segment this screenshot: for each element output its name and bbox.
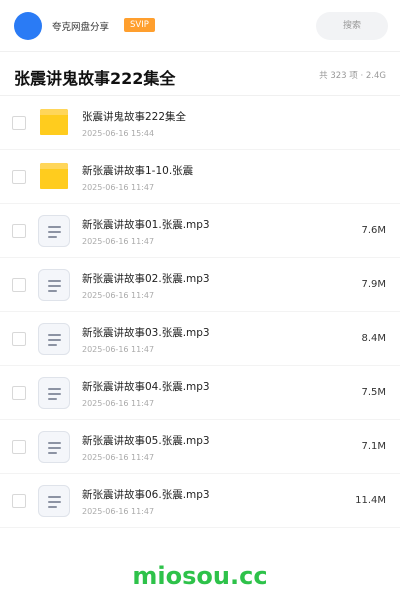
file-size: 8.4M <box>361 333 386 344</box>
audio-file-icon <box>38 377 70 409</box>
svip-badge: SVIP <box>124 18 155 32</box>
list-item[interactable]: 新张震讲故事03.张震.mp3 2025-06-16 11:47 8.4M <box>0 312 400 366</box>
list-item[interactable]: 新张震讲故事01.张震.mp3 2025-06-16 11:47 7.6M <box>0 204 400 258</box>
brand-name: 夸克网盘分享 <box>52 22 110 33</box>
file-list: 张震讲鬼故事222集全 2025-06-16 15:44 新张震讲故事1-10.张震… <box>0 96 400 528</box>
select-checkbox[interactable] <box>12 278 26 292</box>
list-item[interactable]: 新张震讲故事05.张震.mp3 2025-06-16 11:47 7.1M <box>0 420 400 474</box>
select-checkbox[interactable] <box>12 494 26 508</box>
list-item[interactable]: 新张震讲故事02.张震.mp3 2025-06-16 11:47 7.9M <box>0 258 400 312</box>
file-name: 新张震讲故事02.张震.mp3 <box>82 273 210 285</box>
file-name: 新张震讲故事03.张震.mp3 <box>82 327 210 339</box>
file-name: 新张震讲故事1-10.张震 <box>82 165 194 177</box>
audio-file-icon <box>38 269 70 301</box>
file-size: 7.1M <box>361 441 386 452</box>
file-date: 2025-06-16 11:47 <box>82 237 155 246</box>
file-name: 新张震讲故事01.张震.mp3 <box>82 219 210 231</box>
file-date: 2025-06-16 11:47 <box>82 291 155 300</box>
watermark: miosou.cc <box>132 562 268 590</box>
folder-icon <box>38 107 70 139</box>
folder-meta: 共 323 项 · 2.4G <box>319 71 386 81</box>
file-name: 新张震讲故事05.张震.mp3 <box>82 435 210 447</box>
avatar[interactable] <box>14 12 42 40</box>
search-input[interactable]: 搜索 <box>316 12 388 40</box>
file-size: 7.6M <box>361 225 386 236</box>
select-checkbox[interactable] <box>12 116 26 130</box>
file-name: 新张震讲故事06.张震.mp3 <box>82 489 210 501</box>
header-bar: 夸克网盘分享 SVIP 搜索 <box>0 0 400 52</box>
file-size: 7.9M <box>361 279 386 290</box>
audio-file-icon <box>38 431 70 463</box>
audio-file-icon <box>38 215 70 247</box>
file-date: 2025-06-16 15:44 <box>82 129 155 138</box>
list-item[interactable]: 新张震讲故事04.张震.mp3 2025-06-16 11:47 7.5M <box>0 366 400 420</box>
select-checkbox[interactable] <box>12 440 26 454</box>
list-item[interactable]: 新张震讲故事1-10.张震 2025-06-16 11:47 <box>0 150 400 204</box>
file-date: 2025-06-16 11:47 <box>82 507 155 516</box>
select-checkbox[interactable] <box>12 224 26 238</box>
file-date: 2025-06-16 11:47 <box>82 399 155 408</box>
file-name: 张震讲鬼故事222集全 <box>82 111 187 123</box>
list-item[interactable]: 新张震讲故事06.张震.mp3 2025-06-16 11:47 11.4M <box>0 474 400 528</box>
title-row: 张震讲鬼故事222集全 共 323 项 · 2.4G <box>0 52 400 96</box>
file-date: 2025-06-16 11:47 <box>82 453 155 462</box>
select-checkbox[interactable] <box>12 386 26 400</box>
audio-file-icon <box>38 323 70 355</box>
file-date: 2025-06-16 11:47 <box>82 183 155 192</box>
select-checkbox[interactable] <box>12 170 26 184</box>
file-name: 新张震讲故事04.张震.mp3 <box>82 381 210 393</box>
page-title: 张震讲鬼故事222集全 <box>14 69 176 88</box>
folder-icon <box>38 161 70 193</box>
file-date: 2025-06-16 11:47 <box>82 345 155 354</box>
list-item[interactable]: 张震讲鬼故事222集全 2025-06-16 15:44 <box>0 96 400 150</box>
file-size: 7.5M <box>361 387 386 398</box>
select-checkbox[interactable] <box>12 332 26 346</box>
file-size: 11.4M <box>355 495 386 506</box>
audio-file-icon <box>38 485 70 517</box>
